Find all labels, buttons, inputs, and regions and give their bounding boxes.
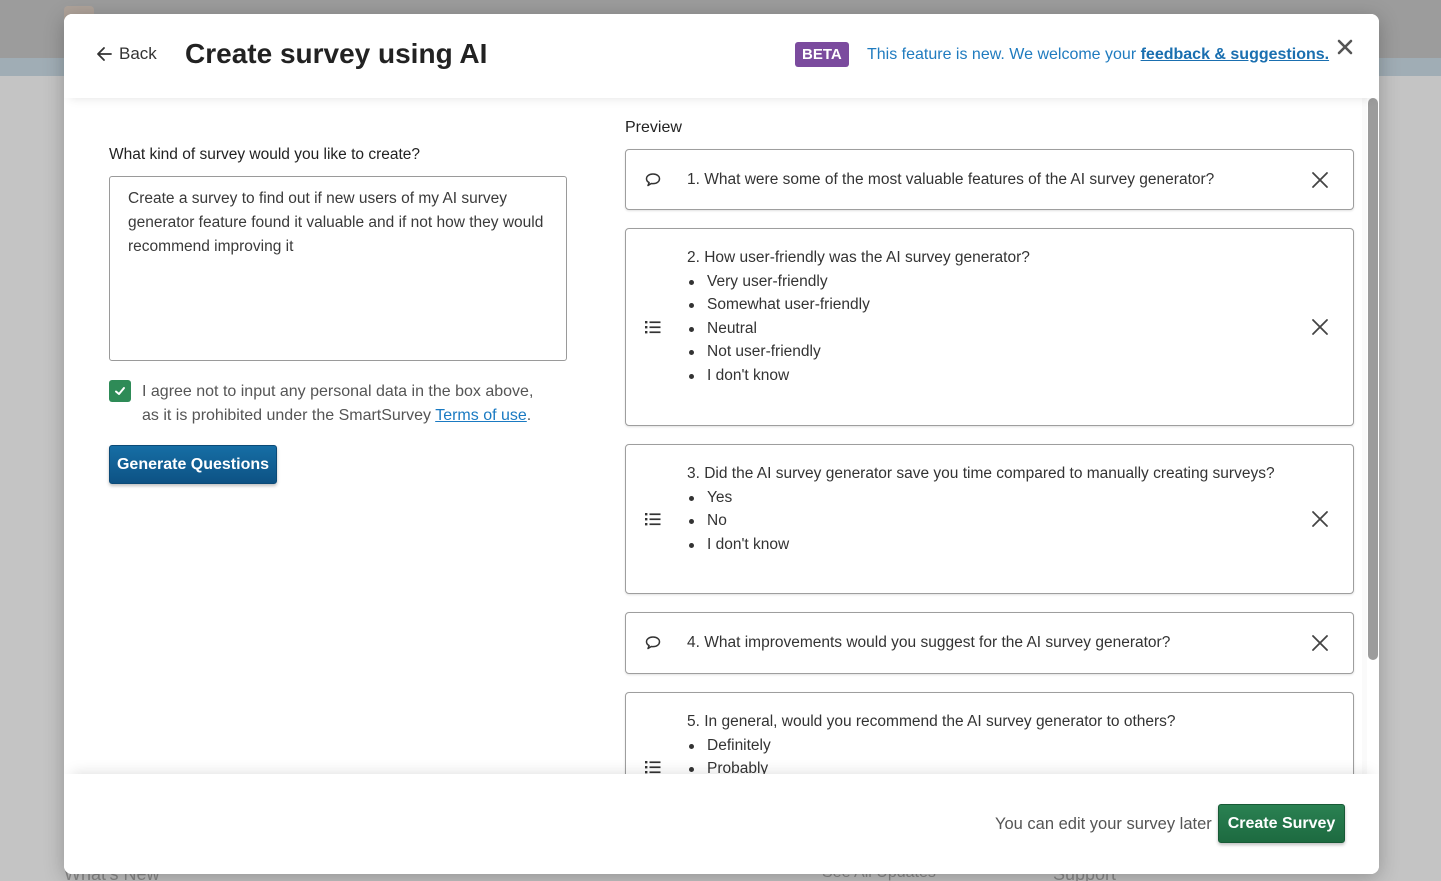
edit-later-note: You can edit your survey later bbox=[995, 815, 1212, 833]
terms-of-use-link[interactable]: Terms of use bbox=[435, 407, 527, 424]
answer-option: Yes bbox=[687, 486, 1275, 510]
close-icon bbox=[1312, 511, 1328, 527]
question-card[interactable]: 1. What were some of the most valuable f… bbox=[625, 149, 1354, 210]
list-icon bbox=[643, 317, 663, 337]
close-icon bbox=[1312, 172, 1328, 188]
feature-notice: This feature is new. We welcome your fee… bbox=[867, 46, 1329, 64]
prompt-label: What kind of survey would you like to cr… bbox=[109, 146, 421, 163]
preview-scroll-area: Preview 1. What were some of the most va… bbox=[612, 98, 1362, 774]
answer-option: I don't know bbox=[687, 364, 1030, 388]
prompt-input[interactable]: Create a survey to find out if new users… bbox=[109, 176, 567, 361]
agree-row: I agree not to input any personal data i… bbox=[109, 380, 542, 428]
answer-options: Very user-friendly Somewhat user-friendly… bbox=[687, 270, 1030, 388]
agree-text: I agree not to input any personal data i… bbox=[142, 380, 542, 428]
question-content: 2. How user-friendly was the AI survey g… bbox=[687, 246, 1030, 387]
close-icon bbox=[1312, 319, 1328, 335]
feedback-link[interactable]: feedback & suggestions. bbox=[1141, 46, 1330, 63]
close-button[interactable] bbox=[1332, 34, 1358, 60]
modal-footer: You can edit your survey later Create Su… bbox=[64, 774, 1379, 874]
generate-questions-button[interactable]: Generate Questions bbox=[109, 445, 277, 484]
question-card[interactable]: 2. How user-friendly was the AI survey g… bbox=[625, 228, 1354, 426]
modal-title: Create survey using AI bbox=[185, 38, 488, 69]
preview-scrollbar-thumb[interactable] bbox=[1368, 98, 1378, 660]
answer-options: Yes No I don't know bbox=[687, 486, 1275, 557]
answer-option: Probably bbox=[687, 757, 1176, 774]
remove-question-button[interactable] bbox=[1311, 510, 1329, 528]
answer-option: Definitely bbox=[687, 734, 1176, 758]
back-button[interactable]: Back bbox=[95, 44, 157, 64]
close-icon bbox=[1312, 635, 1328, 651]
question-card[interactable]: 4. What improvements would you suggest f… bbox=[625, 612, 1354, 674]
preview-label: Preview bbox=[625, 119, 682, 136]
agree-text-end: . bbox=[526, 407, 532, 424]
answer-option: Very user-friendly bbox=[687, 270, 1030, 294]
close-icon bbox=[1337, 39, 1353, 55]
agree-checkbox[interactable] bbox=[109, 380, 131, 402]
back-label: Back bbox=[119, 44, 157, 63]
answer-option: I don't know bbox=[687, 533, 1275, 557]
question-text: 4. What improvements would you suggest f… bbox=[687, 634, 1171, 651]
answer-option: Not user-friendly bbox=[687, 340, 1030, 364]
notice-text: This feature is new. We welcome your bbox=[867, 46, 1141, 63]
question-content: 4. What improvements would you suggest f… bbox=[687, 631, 1170, 655]
comment-icon bbox=[643, 633, 663, 653]
list-icon bbox=[643, 757, 663, 774]
question-content: 1. What were some of the most valuable f… bbox=[687, 168, 1214, 192]
answer-options: Definitely Probably bbox=[687, 734, 1176, 774]
question-card[interactable]: 3. Did the AI survey generator save you … bbox=[625, 444, 1354, 594]
remove-question-button[interactable] bbox=[1311, 318, 1329, 336]
prompt-panel: What kind of survey would you like to cr… bbox=[64, 98, 612, 774]
question-content: 3. Did the AI survey generator save you … bbox=[687, 462, 1275, 556]
comment-icon bbox=[643, 170, 663, 190]
answer-option: Somewhat user-friendly bbox=[687, 293, 1030, 317]
question-text: 5. In general, would you recommend the A… bbox=[687, 713, 1176, 730]
beta-badge: BETA bbox=[795, 42, 849, 67]
answer-option: Neutral bbox=[687, 317, 1030, 341]
create-survey-button[interactable]: Create Survey bbox=[1218, 804, 1345, 843]
remove-question-button[interactable] bbox=[1311, 171, 1329, 189]
remove-question-button[interactable] bbox=[1311, 634, 1329, 652]
question-text: 3. Did the AI survey generator save you … bbox=[687, 465, 1275, 482]
question-text: 1. What were some of the most valuable f… bbox=[687, 171, 1215, 188]
list-icon bbox=[643, 509, 663, 529]
create-survey-ai-modal: Back Create survey using AI BETA This fe… bbox=[64, 14, 1379, 874]
question-content: 5. In general, would you recommend the A… bbox=[687, 710, 1176, 774]
modal-header: Back Create survey using AI BETA This fe… bbox=[64, 14, 1379, 98]
question-text: 2. How user-friendly was the AI survey g… bbox=[687, 249, 1030, 266]
preview-panel: Preview 1. What were some of the most va… bbox=[612, 98, 1379, 774]
question-card[interactable]: 5. In general, would you recommend the A… bbox=[625, 692, 1354, 774]
check-icon bbox=[115, 387, 125, 395]
arrow-left-icon bbox=[97, 47, 112, 61]
answer-option: No bbox=[687, 509, 1275, 533]
